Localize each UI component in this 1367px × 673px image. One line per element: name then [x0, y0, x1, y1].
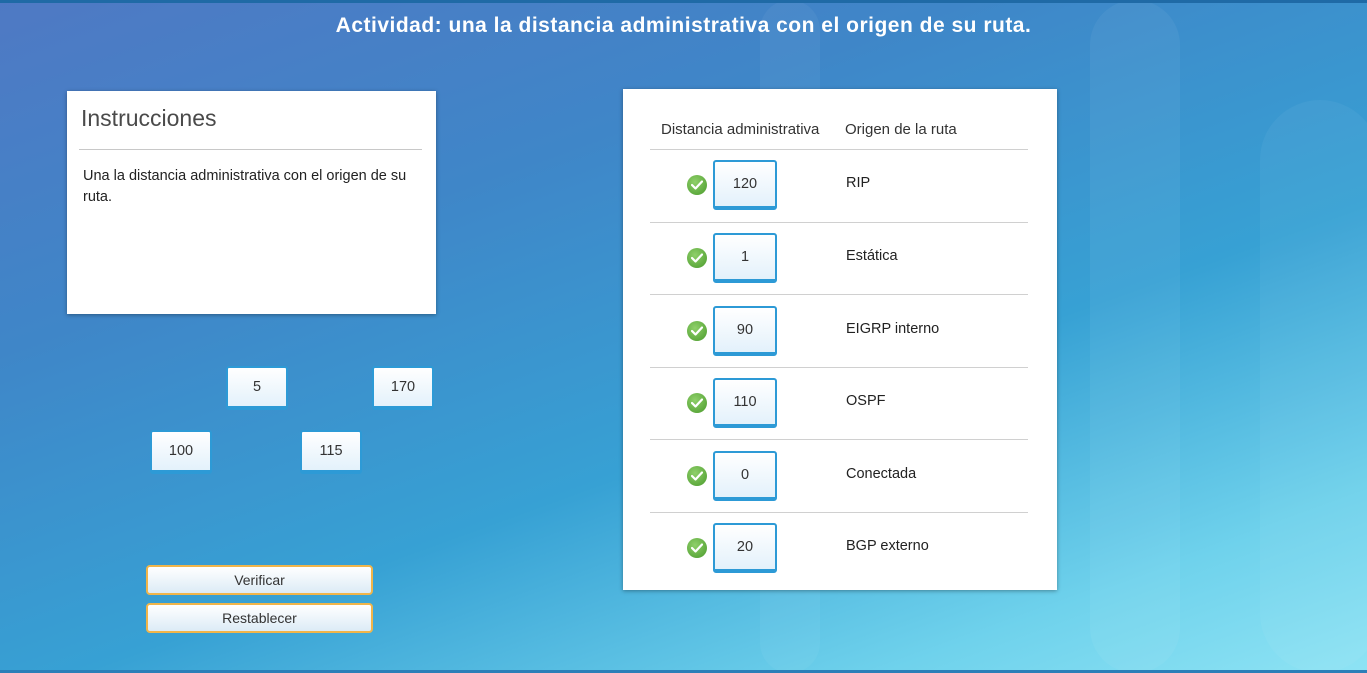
bg-decoration [1260, 100, 1367, 673]
page-title: Actividad: una la distancia administrati… [335, 14, 1032, 37]
route-origin-label: RIP [846, 175, 871, 192]
column-header-distance: Distancia administrativa [661, 121, 820, 138]
placed-tile[interactable]: 1 [713, 232, 777, 283]
route-origin-label: BGP externo [846, 538, 929, 555]
check-circle-icon [687, 320, 707, 341]
drag-tile-100[interactable]: 100 [150, 430, 212, 474]
verify-button[interactable]: Verificar [146, 565, 373, 595]
placed-tile[interactable]: 120 [713, 160, 777, 211]
column-header-origin: Origen de la ruta [845, 121, 957, 138]
bg-decoration [1090, 0, 1180, 673]
divider [79, 149, 422, 150]
check-circle-icon [687, 175, 707, 196]
top-border [0, 0, 1367, 3]
check-circle-icon [687, 538, 707, 559]
drag-tile-5[interactable]: 5 [226, 366, 288, 410]
placed-tile[interactable]: 110 [713, 378, 777, 429]
check-circle-icon [687, 247, 707, 268]
row-divider [650, 512, 1028, 513]
row-divider [650, 221, 1028, 223]
instructions-heading: Instrucciones [81, 105, 217, 131]
route-origin-label: Estática [846, 247, 898, 264]
check-circle-icon [687, 465, 707, 486]
header-divider [650, 149, 1028, 150]
route-origin-label: OSPF [846, 393, 886, 410]
drag-tile-115[interactable]: 115 [300, 430, 362, 474]
matching-table: Distancia administrativa Origen de la ru… [623, 89, 1057, 590]
placed-tile[interactable]: 0 [713, 450, 777, 501]
drag-tile-170[interactable]: 170 [372, 366, 434, 410]
placed-tile[interactable]: 90 [713, 305, 777, 356]
instructions-text: Una la distancia administrativa con el o… [83, 168, 407, 205]
route-origin-label: Conectada [846, 465, 917, 482]
instructions-panel: Instrucciones Una la distancia administr… [67, 91, 436, 314]
row-divider [650, 366, 1028, 368]
reset-button[interactable]: Restablecer [146, 603, 373, 633]
check-circle-icon [687, 393, 707, 414]
placed-tile[interactable]: 20 [713, 523, 777, 574]
row-divider [650, 439, 1028, 441]
row-divider [650, 294, 1028, 296]
route-origin-label: EIGRP interno [846, 320, 940, 337]
